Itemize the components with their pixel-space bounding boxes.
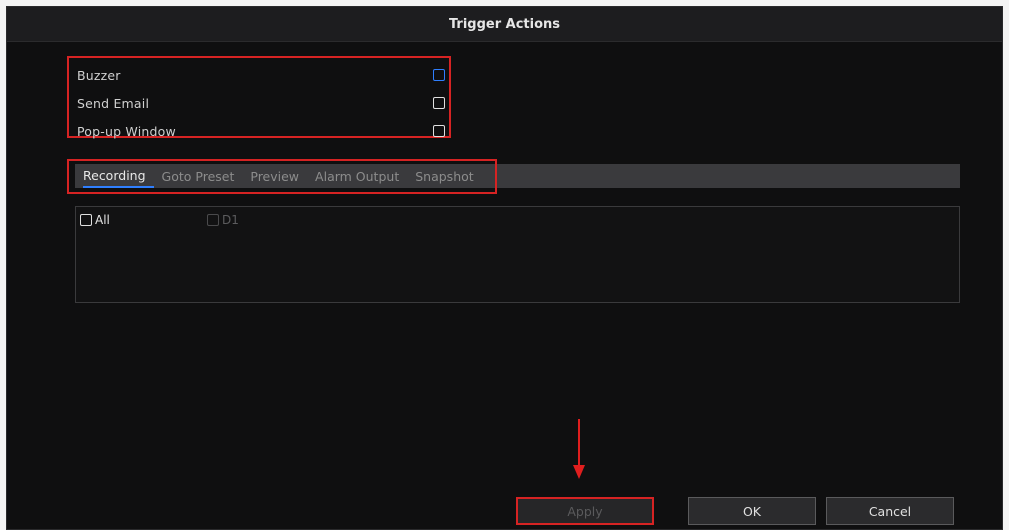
action-label-buzzer: Buzzer	[77, 67, 121, 83]
annotation-arrow-head-icon	[573, 465, 585, 479]
channel-all-label: All	[95, 213, 110, 227]
popup-window-checkbox[interactable]	[433, 125, 445, 137]
channel-d1-checkbox[interactable]	[207, 214, 219, 226]
ok-button[interactable]: OK	[688, 497, 816, 525]
annotation-arrow-shaft	[578, 419, 580, 469]
send-email-checkbox[interactable]	[433, 97, 445, 109]
apply-button[interactable]: Apply	[516, 497, 654, 525]
actions-highlight-box: Buzzer Send Email Pop-up Window	[67, 56, 451, 141]
cancel-button[interactable]: Cancel	[826, 497, 954, 525]
channel-d1-label: D1	[222, 213, 239, 227]
dialog-titlebar: Trigger Actions	[7, 7, 1002, 42]
action-label-send-email: Send Email	[77, 95, 150, 111]
channel-list: All D1	[75, 206, 960, 303]
trigger-actions-dialog: Trigger Actions Buzzer Send Email Pop-up…	[6, 6, 1003, 530]
buzzer-checkbox[interactable]	[433, 69, 445, 81]
channel-all[interactable]: All	[80, 213, 110, 227]
tabs-highlight-box	[67, 159, 497, 194]
channel-d1[interactable]: D1	[207, 213, 239, 227]
action-row-popup-window[interactable]: Pop-up Window	[77, 121, 445, 141]
dialog-title: Trigger Actions	[448, 16, 561, 32]
channel-all-checkbox[interactable]	[80, 214, 92, 226]
action-label-popup-window: Pop-up Window	[77, 123, 176, 139]
action-row-buzzer[interactable]: Buzzer	[77, 65, 445, 85]
action-row-send-email[interactable]: Send Email	[77, 93, 445, 113]
